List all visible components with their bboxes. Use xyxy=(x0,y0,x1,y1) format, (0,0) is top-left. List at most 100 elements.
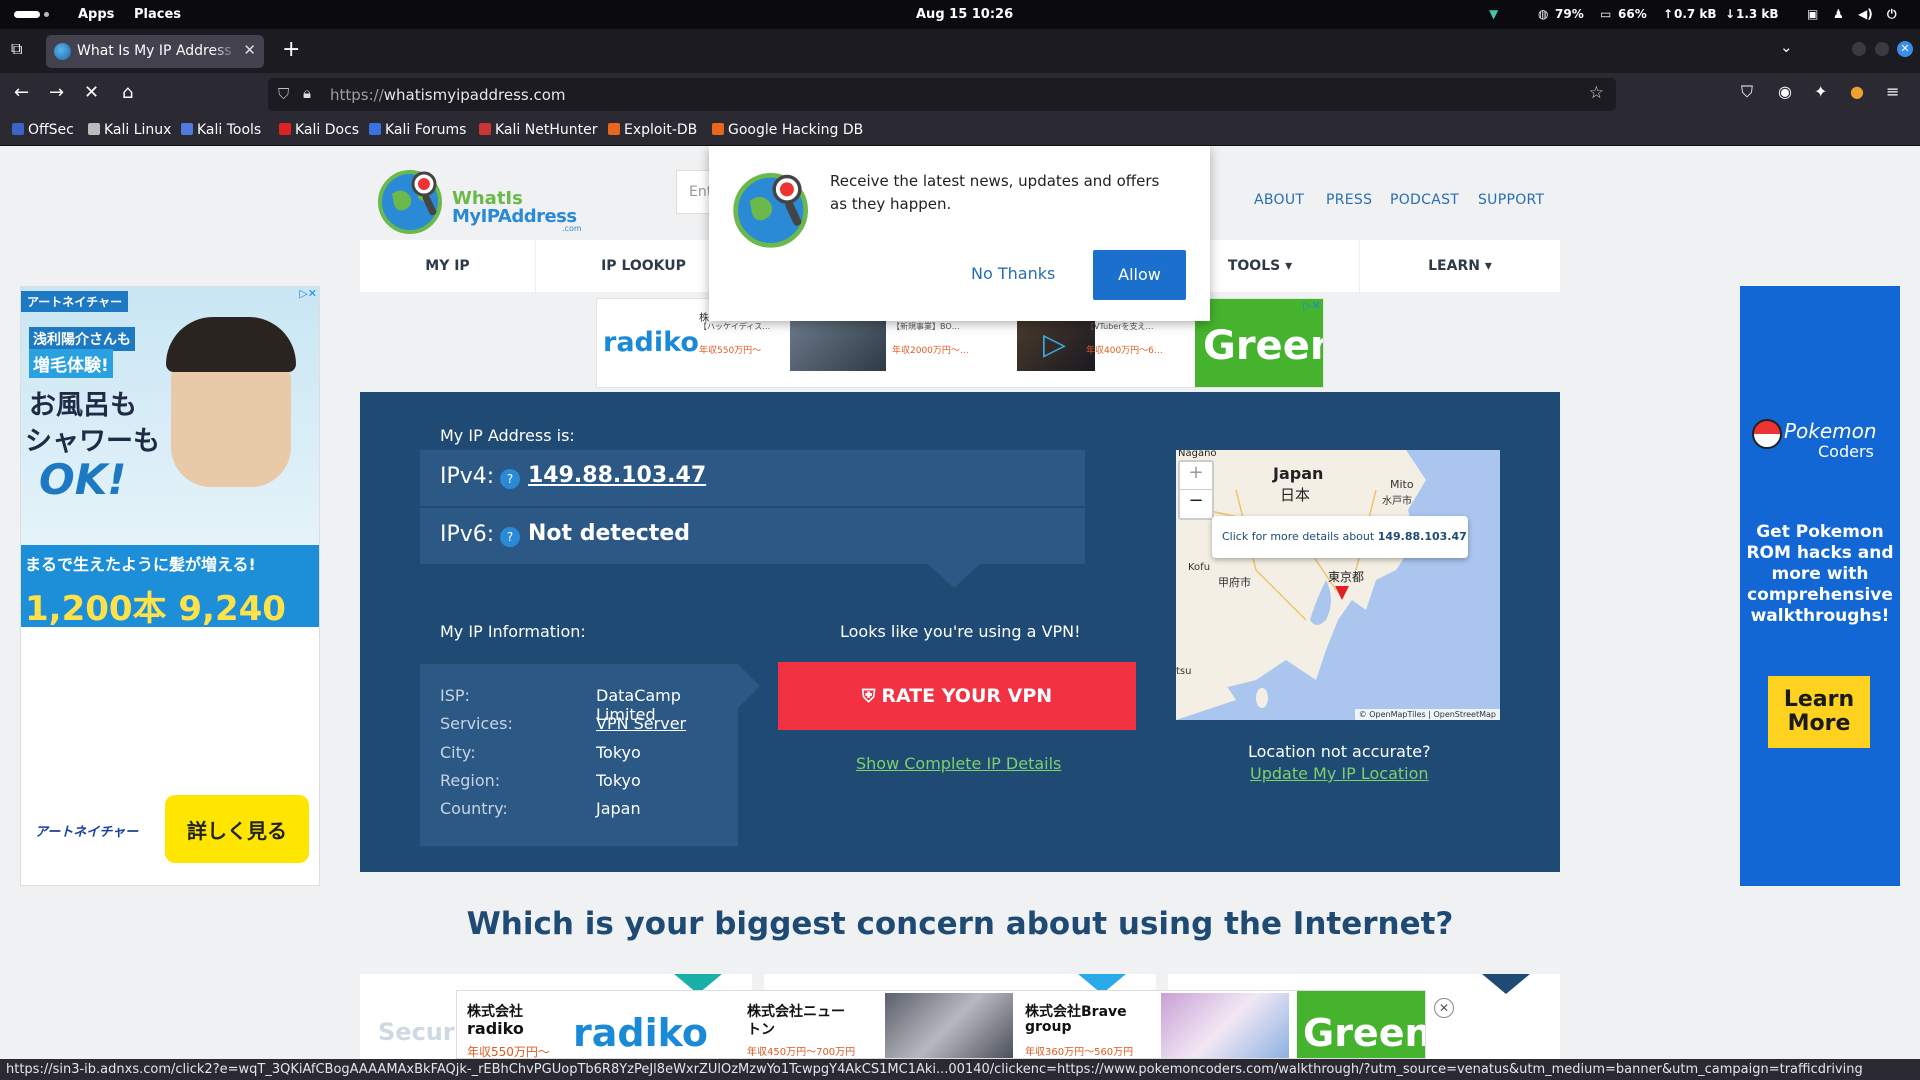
web-page: WhatIs MyIPAddress .com Ent ABOUT PRESS … xyxy=(0,146,1920,1059)
bad-co2b: トン xyxy=(747,1022,775,1038)
new-tab-icon[interactable]: + xyxy=(282,37,300,62)
url-bar[interactable]: ⛉ 🔒︎ https://whatismyipaddress.com ☆ xyxy=(268,78,1616,111)
close-window-icon[interactable]: ✕ xyxy=(1897,41,1913,57)
nav-my-ip[interactable]: MY IP xyxy=(360,240,536,292)
location-map[interactable]: Nagano Japan 日本 Mito 水戸市 Kofu 甲府市 東京都 ts… xyxy=(1176,450,1500,720)
ad-job-2: 【新規事業】BO… xyxy=(892,322,960,331)
notification-bell-icon[interactable]: ♟ xyxy=(1833,7,1844,21)
bookmark-offsec[interactable]: OffSec xyxy=(12,122,74,138)
vpn-detected-text: Looks like you're using a VPN! xyxy=(840,622,1081,641)
shield-icon[interactable]: ⛉ xyxy=(278,85,289,103)
right-skyscraper-ad[interactable]: Pokemon Coders Get Pokemon ROM hacks and… xyxy=(1740,286,1900,886)
ipv4-value[interactable]: 149.88.103.47 xyxy=(528,463,706,488)
bookmark-kali-docs[interactable]: Kali Docs xyxy=(279,122,359,138)
minimize-icon[interactable] xyxy=(1852,42,1866,56)
ad-line-1: 浅利陽介さんも xyxy=(29,327,135,351)
bookmark-kali-nethunter[interactable]: Kali NetHunter xyxy=(479,122,597,138)
zoom-in-icon[interactable]: + xyxy=(1180,462,1212,490)
link-about[interactable]: ABOUT xyxy=(1254,192,1304,208)
no-thanks-button[interactable]: No Thanks xyxy=(971,264,1055,283)
region-label: Region: xyxy=(440,771,501,790)
row-pointer xyxy=(928,564,980,588)
bookmark-kali-linux[interactable]: Kali Linux xyxy=(88,122,171,138)
notification-logo-icon xyxy=(733,173,808,248)
activities-icon[interactable] xyxy=(14,11,40,18)
map-pin-icon[interactable] xyxy=(1335,586,1349,600)
ghdb-icon xyxy=(712,123,724,135)
services-value[interactable]: VPN Server xyxy=(596,714,686,733)
close-tab-icon[interactable]: ✕ xyxy=(243,41,256,59)
map-popup[interactable]: Click for more details about 149.88.103.… xyxy=(1212,516,1468,558)
ipv6-row: IPv6: ? Not detected xyxy=(420,508,1085,564)
link-support[interactable]: SUPPORT xyxy=(1478,192,1544,208)
ad-line-4: シャワーも xyxy=(25,426,160,457)
show-complete-details-link[interactable]: Show Complete IP Details xyxy=(856,754,1061,773)
places-menu[interactable]: Places xyxy=(134,7,181,22)
forward-icon[interactable]: → xyxy=(49,82,64,103)
kali-docs-icon xyxy=(279,123,291,135)
bottom-sticky-ad[interactable]: 株式会社 radiko 年収550万円〜 radiko 株式会社ニュー トン 年… xyxy=(456,990,1426,1059)
download-rate: 1.3 kB xyxy=(1736,7,1779,21)
link-podcast[interactable]: PODCAST xyxy=(1390,192,1459,208)
map-label-japan: Japan xyxy=(1273,464,1324,483)
ad-cta-button[interactable]: 詳しく見る xyxy=(165,795,309,863)
zoom-out-icon[interactable]: − xyxy=(1180,490,1212,518)
home-icon[interactable]: ⌂ xyxy=(122,82,133,103)
volume-icon[interactable]: ◀) xyxy=(1858,7,1873,21)
bookmark-exploit-db[interactable]: Exploit-DB xyxy=(608,122,697,138)
ad-job-1: 【ハッケイディス… xyxy=(699,322,771,331)
rate-your-vpn-button[interactable]: ⛨ RATE YOUR VPN xyxy=(778,662,1136,730)
url-text[interactable]: https://whatismyipaddress.com xyxy=(330,86,566,104)
map-label-tokyo: 東京都 xyxy=(1328,570,1365,584)
extension-cookie-icon[interactable]: ● xyxy=(1850,82,1864,101)
site-search-input[interactable]: Ent xyxy=(676,170,712,214)
tab-whatismyip[interactable]: What Is My IP Address - See Your Public … xyxy=(46,35,264,68)
ad-salary-1: 年収550万円〜 xyxy=(699,346,762,356)
back-icon[interactable]: ← xyxy=(14,82,29,103)
map-attribution[interactable]: © OpenMapTiles | OpenStreetMap xyxy=(1354,709,1500,720)
power-icon[interactable]: ⏻ xyxy=(1887,7,1897,22)
ad-learn-more-button[interactable]: Learn More xyxy=(1768,676,1870,748)
bookmark-google-hacking-db[interactable]: Google Hacking DB xyxy=(712,122,863,138)
account-icon[interactable]: ◉ xyxy=(1778,82,1792,101)
adchoices-icon[interactable]: ▷✕ xyxy=(1303,299,1321,312)
nav-learn[interactable]: LEARN ▾ xyxy=(1360,240,1560,292)
apps-menu[interactable]: Apps xyxy=(78,7,114,22)
link-press[interactable]: PRESS xyxy=(1326,192,1372,208)
kali-forums-icon xyxy=(369,123,381,135)
lock-icon[interactable]: 🔒︎ xyxy=(303,84,311,102)
ad-artnature-label: アートネイチャー xyxy=(21,291,129,312)
tab-overview-icon[interactable]: ⧉ xyxy=(11,39,22,59)
cpu-icon: ◍ xyxy=(1538,7,1549,21)
services-label: Services: xyxy=(440,714,513,733)
pocket-icon[interactable]: ⛉ xyxy=(1741,82,1753,102)
ad-tagline: まるで生えたように髪が増える! xyxy=(25,555,256,574)
card-1-title: Securi xyxy=(378,1018,463,1046)
bookmark-kali-tools[interactable]: Kali Tools xyxy=(181,122,261,138)
list-all-tabs-icon[interactable]: ⌄ xyxy=(1780,38,1793,56)
left-skyscraper-ad[interactable]: アートネイチャー ▷✕ 浅利陽介さんも 増毛体験! お風呂も シャワーも OK!… xyxy=(20,286,320,886)
clock[interactable]: Aug 15 10:26 xyxy=(916,7,1013,22)
ipv6-label: IPv6: xyxy=(440,522,495,547)
adchoices-icon[interactable]: ▷✕ xyxy=(299,287,317,300)
window-icon[interactable]: ▣ xyxy=(1807,7,1818,21)
app-menu-icon[interactable]: ≡ xyxy=(1886,82,1899,101)
update-location-link[interactable]: Update My IP Location xyxy=(1250,764,1429,783)
site-logo[interactable]: WhatIs MyIPAddress .com xyxy=(376,164,586,236)
ad-model-hair xyxy=(166,317,296,372)
download-icon: ↓ xyxy=(1725,7,1736,21)
close-ad-icon[interactable]: ✕ xyxy=(1434,998,1454,1018)
offsec-icon xyxy=(12,123,24,135)
map-popup-ip: 149.88.103.47 xyxy=(1377,530,1467,543)
maximize-icon[interactable] xyxy=(1875,42,1889,56)
bookmark-star-icon[interactable]: ☆ xyxy=(1589,83,1604,103)
notification-message: Receive the latest news, updates and off… xyxy=(830,172,1160,213)
vpn-icon[interactable]: ▼ xyxy=(1489,7,1498,21)
ipv4-help-icon[interactable]: ? xyxy=(500,469,520,489)
ipv4-label: IPv4: xyxy=(440,464,495,489)
extensions-icon[interactable]: ✦ xyxy=(1814,82,1827,101)
bookmark-kali-forums[interactable]: Kali Forums xyxy=(369,122,466,138)
allow-button[interactable]: Allow xyxy=(1093,250,1186,300)
stop-icon[interactable]: ✕ xyxy=(84,82,99,103)
ipv6-help-icon[interactable]: ? xyxy=(500,527,520,547)
